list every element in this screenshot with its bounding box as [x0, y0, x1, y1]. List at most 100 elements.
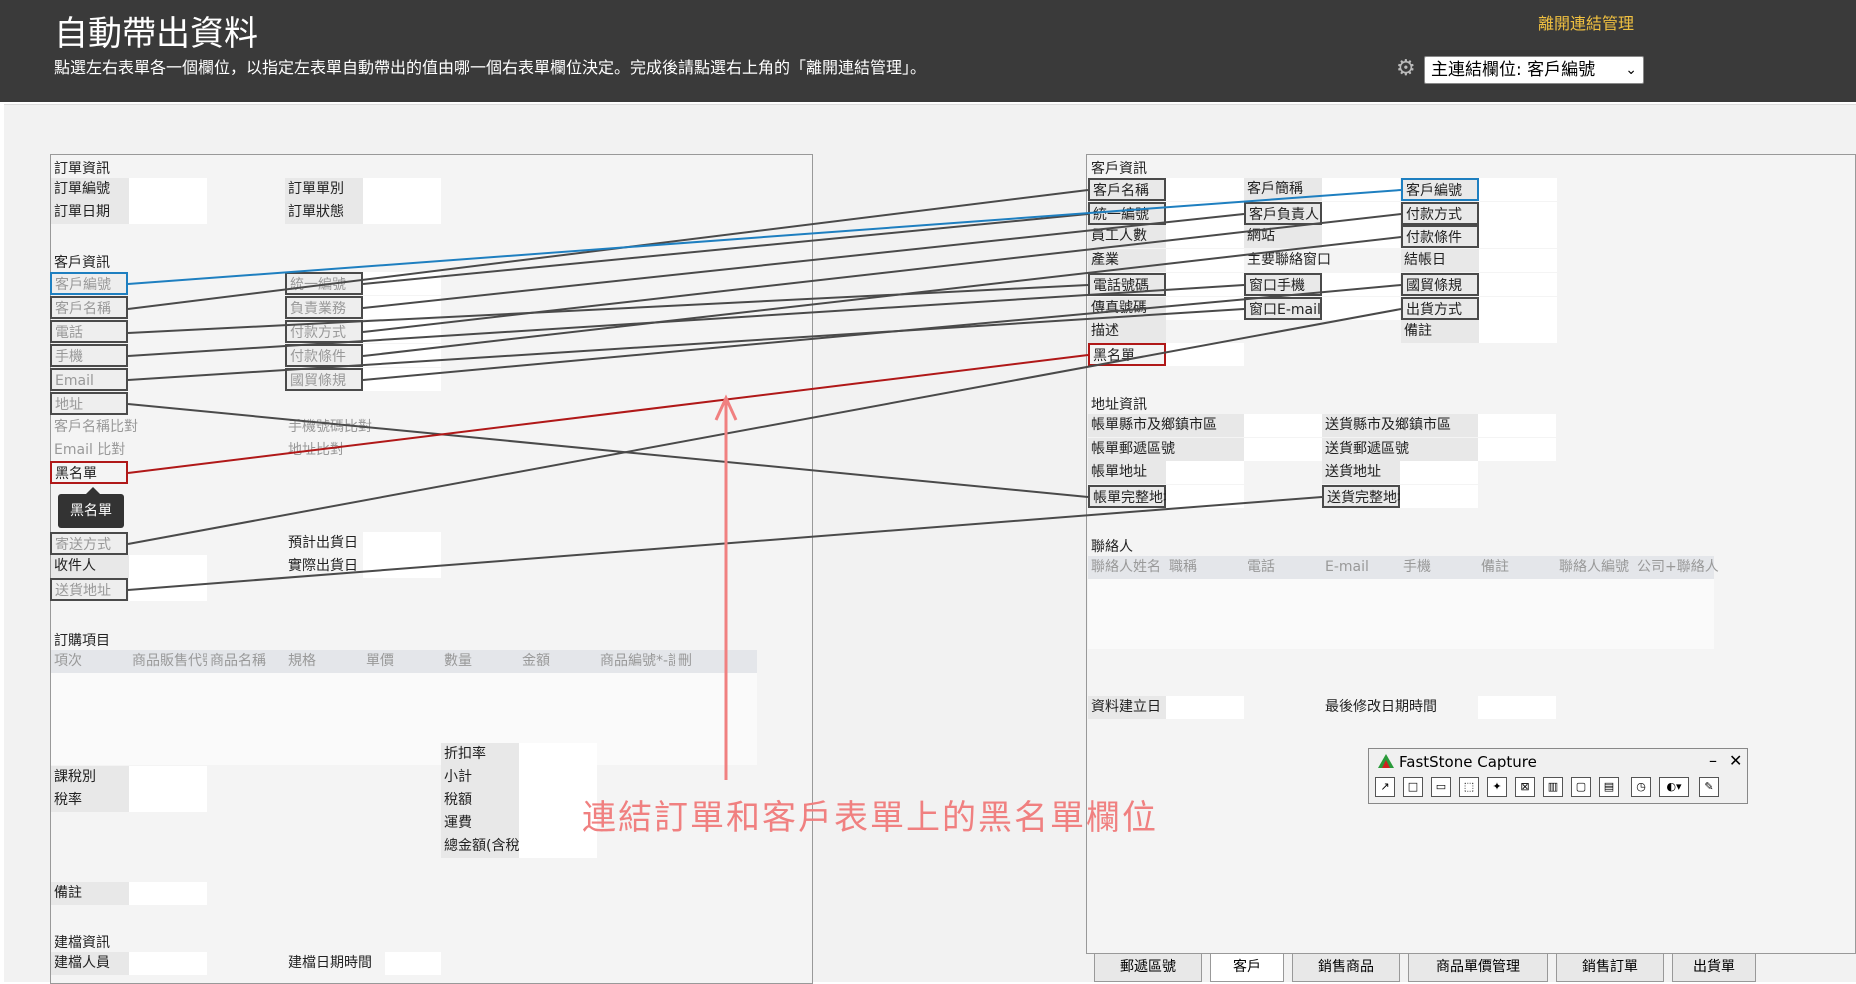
field-mobile-match[interactable]: 手機號碼比對	[285, 416, 375, 439]
settings-icon[interactable]: ✎	[1699, 777, 1719, 797]
field-order-type[interactable]: 訂單單別	[285, 178, 363, 201]
field-tax-type[interactable]: 課稅別	[51, 766, 129, 789]
screen-record-icon[interactable]: ▤	[1599, 777, 1619, 797]
field-customer-no[interactable]: 客戶編號	[50, 272, 128, 295]
field-r-industry[interactable]: 產業	[1088, 249, 1166, 272]
field-r-ship-full-address[interactable]: 送貨完整地址	[1322, 485, 1411, 508]
field-r-main-contact[interactable]: 主要聯絡窗口	[1244, 249, 1344, 272]
field-tax-amount[interactable]: 稅額	[441, 789, 519, 812]
capture-scrolling-icon[interactable]: ▥	[1543, 777, 1563, 797]
field-ship-address[interactable]: 送貨地址	[50, 578, 128, 601]
minimize-icon[interactable]: –	[1709, 751, 1717, 770]
leave-link-management-link[interactable]: 離開連結管理	[1538, 10, 1634, 34]
tab-customer[interactable]: 客戶	[1210, 954, 1284, 982]
field-pay-method[interactable]: 付款方式	[285, 320, 363, 343]
open-icon[interactable]: ↗	[1375, 777, 1395, 797]
field-freight[interactable]: 運費	[441, 812, 519, 835]
field-email-match[interactable]: Email 比對	[51, 439, 141, 462]
field-r-unified-no[interactable]: 統一編號	[1088, 202, 1166, 225]
field-name-match[interactable]: 客戶名稱比對	[51, 416, 141, 439]
field-email[interactable]: Email	[50, 368, 128, 391]
gear-icon[interactable]: ⚙	[1396, 58, 1418, 80]
field-address[interactable]: 地址	[50, 392, 128, 415]
capture-object-icon[interactable]: ▭	[1431, 777, 1451, 797]
field-r-phone[interactable]: 電話號碼	[1088, 273, 1166, 296]
tab-shipping[interactable]: 出貨單	[1672, 954, 1756, 982]
field-r-owner[interactable]: 客戶負責人	[1244, 202, 1322, 225]
field-build-date[interactable]: 建檔日期時間	[285, 952, 385, 975]
field-r-bill-address[interactable]: 帳單地址	[1088, 461, 1166, 484]
field-r-employees[interactable]: 員工人數	[1088, 225, 1166, 248]
cell	[1479, 225, 1557, 248]
tab-sales-products[interactable]: 銷售商品	[1292, 954, 1400, 982]
faststone-capture-window[interactable]: FastStone Capture – ✕ ↗ □ ▭ ⬚ ✦ ⊠ ▥ ▢ ▤ …	[1368, 748, 1748, 804]
field-r-fax[interactable]: 傳真號碼	[1088, 297, 1166, 320]
field-receiver[interactable]: 收件人	[51, 555, 129, 578]
field-address-match[interactable]: 地址比對	[285, 439, 375, 462]
field-est-ship-date[interactable]: 預計出貨日	[285, 532, 363, 555]
tab-price-management[interactable]: 商品單價管理	[1408, 954, 1548, 982]
field-unified-no[interactable]: 統一編號	[285, 272, 363, 295]
tab-zip[interactable]: 郵遞區號	[1094, 954, 1202, 982]
field-trade-terms[interactable]: 國貿條規	[285, 368, 363, 391]
capture-fullscreen-icon[interactable]: ⊠	[1515, 777, 1535, 797]
field-r-short-name[interactable]: 客戶簡稱	[1244, 178, 1322, 201]
field-tax-rate[interactable]: 稅率	[51, 789, 129, 812]
field-r-ship-city[interactable]: 送貨縣市及鄉鎮市區	[1322, 414, 1478, 437]
page-title: 自動帶出資料	[54, 14, 258, 54]
field-order-no[interactable]: 訂單編號	[51, 178, 129, 201]
field-r-created[interactable]: 資料建立日	[1088, 696, 1166, 719]
field-r-bill-full-address[interactable]: 帳單完整地址	[1088, 485, 1177, 508]
field-r-ship-address[interactable]: 送貨地址	[1322, 461, 1400, 484]
field-ship-method[interactable]: 寄送方式	[50, 532, 128, 555]
field-builder[interactable]: 建檔人員	[51, 952, 129, 975]
field-phone[interactable]: 電話	[50, 320, 128, 343]
field-customer-name[interactable]: 客戶名稱	[50, 296, 128, 319]
field-r-trade-terms[interactable]: 國貿條規	[1401, 273, 1479, 296]
timer-icon[interactable]: ◷	[1631, 777, 1651, 797]
field-total[interactable]: 總金額(含稅)	[441, 835, 525, 858]
capture-fixed-icon[interactable]: ▢	[1571, 777, 1591, 797]
field-r-modified[interactable]: 最後修改日期時間	[1322, 696, 1442, 719]
field-r-ship-method[interactable]: 出貨方式	[1401, 297, 1479, 320]
contact-header: 聯絡人姓名	[1088, 556, 1166, 579]
field-pay-terms[interactable]: 付款條件	[285, 344, 363, 367]
field-r-description[interactable]: 描述	[1088, 320, 1166, 343]
field-r-ship-zip[interactable]: 送貨郵遞區號	[1322, 438, 1478, 461]
cell	[1322, 202, 1400, 225]
cell	[1478, 438, 1556, 461]
top-header: 自動帶出資料 點選左右表單各一個欄位，以指定左表單自動帶出的值由哪一個右表單欄位…	[0, 0, 1856, 102]
field-order-status[interactable]: 訂單狀態	[285, 201, 363, 224]
capture-freehand-icon[interactable]: ✦	[1487, 777, 1507, 797]
field-r-closing-day[interactable]: 結帳日	[1401, 249, 1479, 272]
field-r-remark[interactable]: 備註	[1401, 320, 1479, 343]
field-r-customer-no[interactable]: 客戶編號	[1401, 178, 1479, 201]
field-actual-ship-date[interactable]: 實際出貨日	[285, 555, 363, 578]
cell	[1479, 178, 1557, 201]
field-r-pay-terms[interactable]: 付款條件	[1401, 225, 1479, 248]
contact-header: 備註	[1478, 556, 1556, 579]
field-r-customer-name[interactable]: 客戶名稱	[1088, 178, 1166, 201]
field-r-blacklist[interactable]: 黑名單	[1088, 343, 1166, 366]
field-discount[interactable]: 折扣率	[441, 743, 519, 766]
field-r-website[interactable]: 網站	[1244, 225, 1322, 248]
field-mobile[interactable]: 手機	[50, 344, 128, 367]
main-link-field-select[interactable]: 主連結欄位: 客戶編號 ⌄	[1424, 56, 1644, 84]
field-r-window-mobile[interactable]: 窗口手機	[1244, 273, 1322, 296]
close-icon[interactable]: ✕	[1729, 751, 1742, 770]
field-order-date[interactable]: 訂單日期	[51, 201, 129, 224]
capture-window-icon[interactable]: □	[1403, 777, 1423, 797]
capture-region-icon[interactable]: ⬚	[1459, 777, 1479, 797]
items-header: 金額	[519, 650, 597, 673]
field-remark[interactable]: 備註	[51, 882, 129, 905]
field-r-window-email[interactable]: 窗口E-mail	[1244, 297, 1322, 320]
field-r-pay-method[interactable]: 付款方式	[1401, 202, 1479, 225]
field-sales[interactable]: 負責業務	[285, 296, 363, 319]
field-blacklist[interactable]: 黑名單	[50, 461, 128, 484]
field-r-bill-zip[interactable]: 帳單郵遞區號	[1088, 438, 1244, 461]
field-r-bill-city[interactable]: 帳單縣市及鄉鎮市區	[1088, 414, 1244, 437]
tab-sales-orders[interactable]: 銷售訂單	[1556, 954, 1664, 982]
field-subtotal[interactable]: 小計	[441, 766, 519, 789]
cell	[1479, 202, 1557, 225]
palette-icon[interactable]: ◐▾	[1659, 777, 1689, 797]
